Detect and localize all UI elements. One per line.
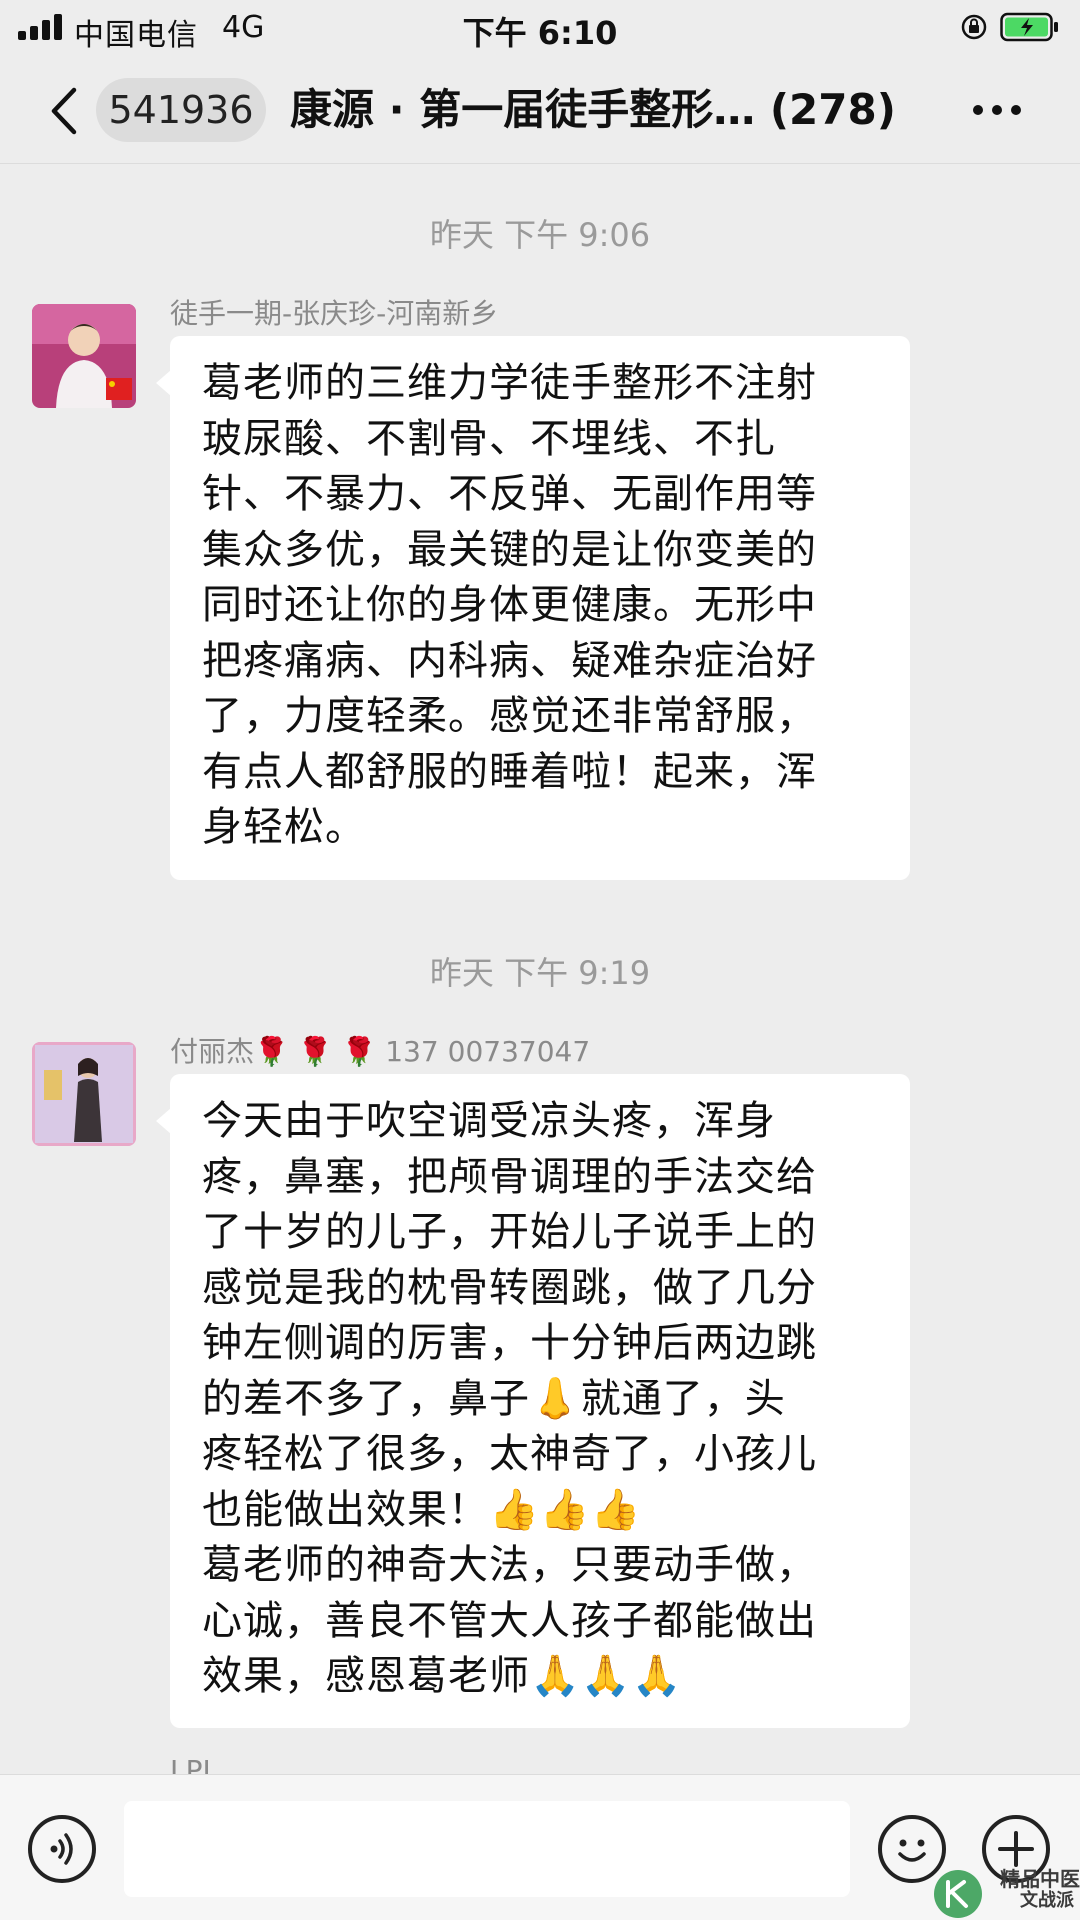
message-line: 玻尿酸、不割骨、不埋线、不扎 [202,415,776,462]
message-timestamp: 昨天 下午 9:06 [429,216,651,254]
message-line: 了十岁的儿子，开始儿子说手上的 [202,1209,817,1255]
chat-title[interactable]: 康源 · 第一届徒手整形… (278) [290,80,896,140]
sender-name: 徒手一期-张庆珍-河南新乡 [170,297,499,330]
avatar[interactable] [32,304,136,408]
message-line: 葛老师的神奇大法，只要动手做， [202,1542,817,1588]
avatar[interactable] [32,1042,136,1146]
voice-icon[interactable] [28,1815,96,1883]
message-line: 效果，感恩葛老师🙏🙏🙏 [202,1653,683,1699]
message-line: 钟左侧调的厉害，十分钟后两边跳 [202,1320,817,1366]
message-line: 的差不多了，鼻子👃就通了，头 [202,1375,786,1422]
status-time: 下午 6:10 [462,14,618,52]
message-line: 了，力度轻柔。感觉还非常舒服， [202,693,817,739]
message-line: 身轻松。 [202,804,366,850]
message-timestamp: 昨天 下午 9:19 [429,954,651,992]
message-input[interactable] [124,1801,850,1897]
message-line: 也能做出效果！👍👍👍 [202,1486,642,1533]
message-line: 今天由于吹空调受凉头疼，浑身 [202,1098,776,1144]
message-line: 集众多优，最关键的是让你变美的 [202,526,817,573]
message-line: 同时还让你的身体更健康。无形中 [202,582,817,628]
back-icon[interactable] [48,86,82,136]
message-line: 葛老师的三维力学徒手整形不注射 [202,360,817,406]
chat-header: 541936 康源 · 第一届徒手整形… (278) [0,56,1080,164]
watermark-text: 精品中医 文战派 [1000,1867,1080,1911]
message-line: 感觉是我的枕骨转圈跳，做了几分 [202,1264,817,1311]
message-line: 针、不暴力、不反弹、无副作用等 [202,471,817,517]
message-bubble[interactable]: 葛老师的三维力学徒手整形不注射 玻尿酸、不割骨、不埋线、不扎 针、不暴力、不反弹… [156,336,910,880]
message-bubble[interactable]: 今天由于吹空调受凉头疼，浑身 疼，鼻塞，把颅骨调理的手法交给 了十岁的儿子，开始… [156,1074,910,1728]
message-line: 疼，鼻塞，把颅骨调理的手法交给 [202,1153,817,1200]
more-icon[interactable] [970,100,1024,120]
message-line: 心诚，善良不管大人孩子都能做出 [202,1597,817,1644]
battery-icon [1000,12,1058,42]
input-bar [0,1774,1080,1920]
status-bar: 中国电信 4G 下午 6:10 [0,0,1080,56]
message-line: 疼轻松了很多，太神奇了，小孩儿 [202,1431,817,1477]
message-line: 把疼痛病、内科病、疑难杂症治好 [202,637,817,684]
rotation-lock-icon [961,14,987,40]
message-line: 有点人都舒服的睡着啦！起来，浑 [202,748,817,795]
unread-count-badge[interactable]: 541936 [96,78,266,142]
sender-name: 付丽杰🌹 🌹 🌹 137 00737047 [170,1035,591,1068]
